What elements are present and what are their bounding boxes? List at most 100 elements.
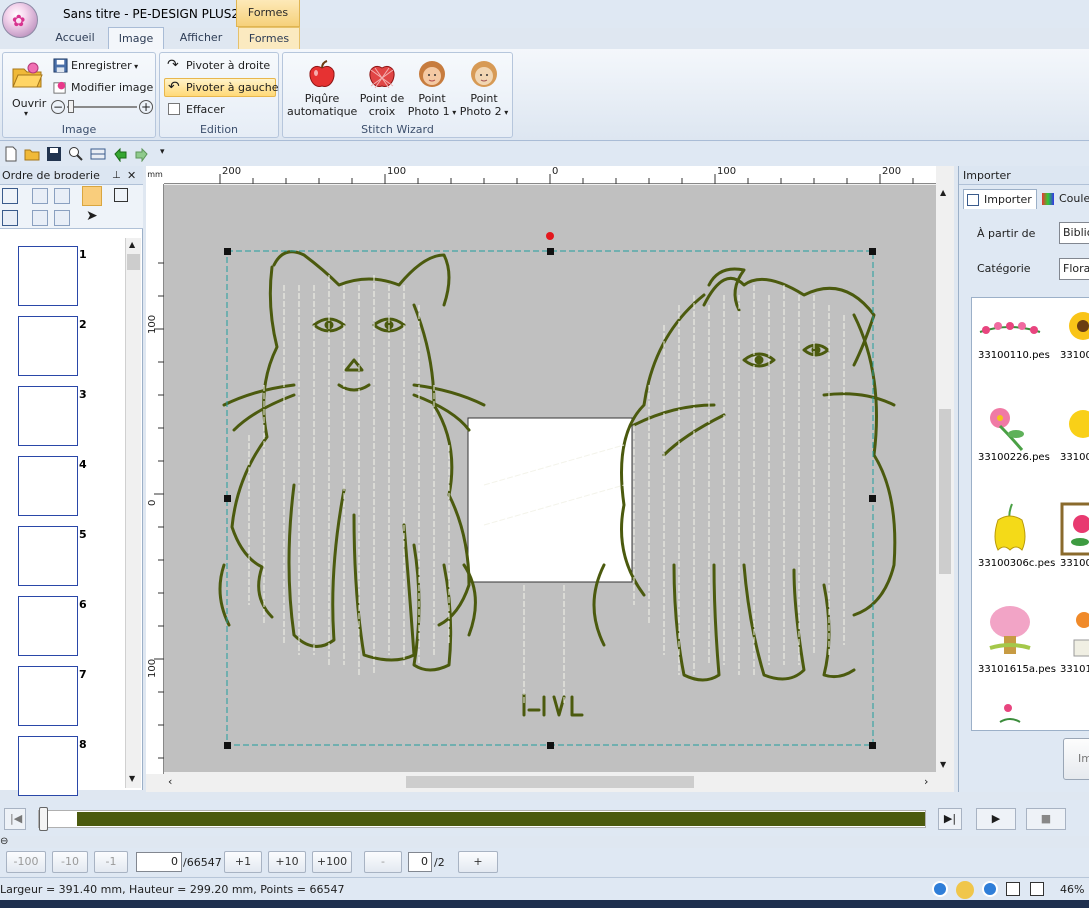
- library-item[interactable]: 33100226.pes: [976, 404, 1050, 464]
- ruler-left-label: 100: [147, 658, 158, 678]
- move-last-icon[interactable]: [54, 188, 70, 204]
- import-button[interactable]: Importer: [1063, 738, 1089, 780]
- scroll-down-icon[interactable]: ▼: [129, 774, 135, 783]
- rotate-left-button[interactable]: ↶ Pivoter à gauche: [164, 78, 279, 97]
- library-item-name: 33100: [1060, 452, 1089, 463]
- move-first-icon[interactable]: [32, 188, 48, 204]
- redo-icon[interactable]: [134, 146, 150, 162]
- grid-toggle-icon[interactable]: [1006, 882, 1020, 896]
- grid-view-icon[interactable]: [90, 146, 106, 162]
- thumbnail-6[interactable]: [18, 596, 78, 656]
- scroll-down-icon[interactable]: ▼: [940, 760, 946, 769]
- stop-button[interactable]: ■: [1026, 808, 1066, 830]
- modify-image-button[interactable]: Modifier image: [53, 79, 153, 97]
- thumbnail-7[interactable]: [18, 666, 78, 726]
- cats-embroidery-design[interactable]: [164, 185, 936, 772]
- library-item[interactable]: 33100: [1058, 502, 1089, 569]
- collapse-icon[interactable]: ⊖: [0, 836, 8, 847]
- thumbnail-2[interactable]: [18, 316, 78, 376]
- apple-icon: [309, 60, 335, 87]
- category-select[interactable]: Floral: [1059, 258, 1089, 280]
- stitch-view-icon[interactable]: [956, 881, 974, 899]
- canvas-vertical-scrollbar[interactable]: ▲ ▼: [936, 184, 954, 774]
- select-arrow-icon[interactable]: ➤: [86, 208, 98, 224]
- slider-thumb[interactable]: [68, 100, 74, 113]
- cross-stitch-button[interactable]: Point de croix: [357, 56, 407, 122]
- zoom-icon[interactable]: [68, 146, 84, 162]
- library-item[interactable]: 33100110.pes: [976, 306, 1050, 366]
- thumbnail-3[interactable]: [18, 386, 78, 446]
- tab-accueil[interactable]: Accueil: [44, 27, 106, 49]
- thumbnail-mode-icon[interactable]: [82, 186, 102, 206]
- pin-icon[interactable]: ⊥: [112, 166, 121, 185]
- forward-10-button[interactable]: +10: [268, 851, 306, 873]
- scroll-right-icon[interactable]: ›: [924, 775, 928, 788]
- photo-stitch-2-button[interactable]: Point Photo 2 ▾: [457, 56, 511, 122]
- color-number-input[interactable]: 0: [408, 852, 432, 872]
- auto-stitch-button[interactable]: Piqûre automatique: [287, 56, 357, 122]
- rotate-handle[interactable]: [546, 232, 554, 240]
- back-1-button[interactable]: -1: [94, 851, 128, 873]
- close-icon[interactable]: ✕: [127, 166, 136, 185]
- tab-formes[interactable]: Formes: [238, 27, 300, 49]
- embroidery-design-area[interactable]: [164, 185, 936, 772]
- undo-icon[interactable]: [112, 146, 128, 162]
- go-to-end-button[interactable]: ▶|: [938, 808, 962, 830]
- back-100-button[interactable]: -100: [6, 851, 46, 873]
- scroll-left-icon[interactable]: ‹: [168, 775, 172, 788]
- canvas-horizontal-scrollbar[interactable]: ‹ ›: [164, 772, 936, 792]
- thumbnail-scrollbar[interactable]: ▲ ▼: [125, 238, 141, 788]
- plus-icon[interactable]: +: [139, 100, 153, 114]
- transparency-slider[interactable]: − +: [51, 99, 155, 115]
- new-file-icon[interactable]: [3, 146, 19, 162]
- fit-all-icon[interactable]: [2, 188, 18, 204]
- progress-thumb[interactable]: [39, 807, 48, 831]
- view-mode-icon[interactable]: [932, 881, 948, 897]
- frame-icon[interactable]: [114, 188, 128, 202]
- from-select[interactable]: Bibliothèque: [1059, 222, 1089, 244]
- previous-color-button[interactable]: -: [364, 851, 402, 873]
- next-color-button[interactable]: +: [458, 851, 498, 873]
- stitch-progress-slider[interactable]: [38, 807, 926, 831]
- library-item[interactable]: 33101: [1058, 600, 1089, 675]
- realistic-view-icon[interactable]: [982, 881, 998, 897]
- combine-icon[interactable]: [32, 210, 48, 226]
- scroll-thumb[interactable]: [127, 254, 140, 270]
- split-icon[interactable]: [54, 210, 70, 226]
- rotate-right-button[interactable]: ↷ Pivoter à droite: [164, 56, 276, 75]
- scroll-up-icon[interactable]: ▲: [940, 188, 946, 197]
- stitch-number-input[interactable]: 0: [136, 852, 182, 872]
- back-10-button[interactable]: -10: [52, 851, 88, 873]
- erase-button[interactable]: Effacer: [164, 100, 276, 119]
- thumbnail-5[interactable]: [18, 526, 78, 586]
- tab-color[interactable]: Couleur: [1039, 189, 1089, 209]
- horizontal-scroll-thumb[interactable]: [406, 776, 694, 788]
- vertical-scroll-thumb[interactable]: [939, 409, 951, 574]
- open-button[interactable]: Ouvrir ▾: [7, 57, 47, 119]
- scroll-up-icon[interactable]: ▲: [129, 240, 135, 249]
- group-icon[interactable]: [2, 210, 18, 226]
- go-to-start-button[interactable]: |◀: [4, 808, 26, 830]
- library-item[interactable]: [996, 698, 1026, 728]
- tab-image[interactable]: Image: [108, 27, 164, 50]
- thumbnail-8[interactable]: [18, 736, 78, 796]
- library-item[interactable]: 33100: [1058, 404, 1089, 464]
- play-button[interactable]: ▶: [976, 808, 1016, 830]
- library-item[interactable]: 33101615a.pes: [976, 600, 1056, 675]
- ribbon: Ouvrir ▾ Enregistrer ▾ Modifier image − …: [0, 49, 1089, 141]
- open-folder-small-icon[interactable]: [24, 146, 40, 162]
- tab-afficher[interactable]: Afficher: [168, 27, 234, 49]
- tab-import[interactable]: Importer: [963, 189, 1037, 209]
- library-item[interactable]: 33100: [1058, 306, 1089, 366]
- photo-stitch-1-button[interactable]: Point Photo 1 ▾: [407, 56, 457, 122]
- save-small-icon[interactable]: [46, 146, 62, 162]
- save-button[interactable]: Enregistrer ▾: [53, 57, 138, 75]
- forward-1-button[interactable]: +1: [224, 851, 262, 873]
- page-toggle-icon[interactable]: [1030, 882, 1044, 896]
- thumbnail-4[interactable]: [18, 456, 78, 516]
- forward-100-button[interactable]: +100: [312, 851, 352, 873]
- qat-customize-icon[interactable]: ▾: [160, 147, 165, 157]
- library-item[interactable]: 33100306c.pes: [976, 502, 1055, 569]
- thumbnail-1[interactable]: [18, 246, 78, 306]
- minus-icon[interactable]: −: [51, 100, 65, 114]
